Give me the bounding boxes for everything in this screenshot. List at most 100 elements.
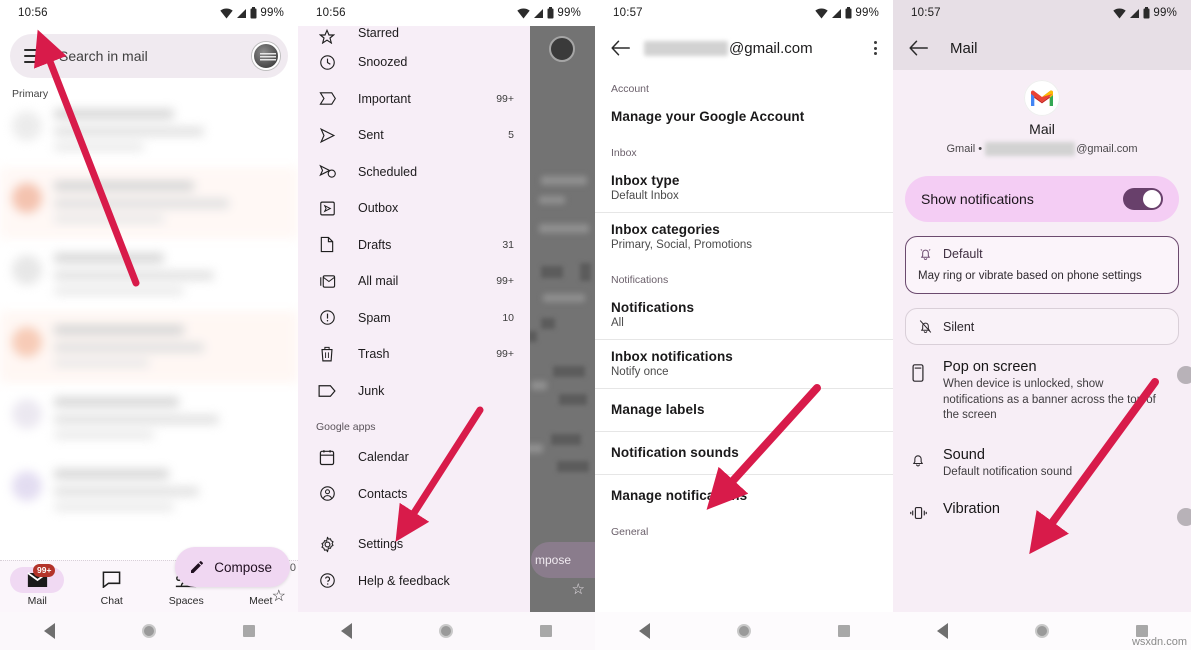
avatar[interactable] — [252, 42, 280, 70]
row-title: Inbox notifications — [611, 349, 733, 364]
recents-nav-icon[interactable] — [242, 625, 255, 637]
choice-silent[interactable]: Silent — [905, 308, 1179, 345]
outbox-icon — [316, 197, 338, 219]
star-outline-icon — [316, 26, 338, 44]
search-bar[interactable]: Search in mail — [10, 34, 288, 78]
back-nav-icon[interactable] — [341, 623, 353, 639]
kebab-menu-icon[interactable] — [870, 37, 881, 59]
back-arrow-icon[interactable] — [611, 40, 630, 56]
choice-description: May ring or vibrate based on phone setti… — [918, 270, 1142, 282]
battery-percent: 99% — [1153, 7, 1177, 19]
drawer-item-important[interactable]: Important 99+ — [298, 81, 530, 118]
list-item[interactable] — [0, 455, 298, 527]
app-name: Mail — [1029, 121, 1055, 137]
drawer-label-scheduled: Scheduled — [358, 164, 418, 179]
peek-compose-label: mpose — [535, 553, 572, 567]
status-time: 10:56 — [18, 7, 48, 19]
panel-android-app-notifications: 10:57 99% Mail Mail Gmail • @gmail.com S… — [893, 0, 1191, 650]
settings-row-inbox-notifications[interactable]: Inbox notifications Notify once — [595, 340, 893, 388]
nav-item-mail[interactable]: 99+ Mail — [0, 563, 75, 607]
drawer-item-all-mail[interactable]: All mail 99+ — [298, 263, 530, 300]
nav-label-spaces: Spaces — [168, 594, 204, 607]
status-time: 10:56 — [316, 7, 346, 19]
option-vibration[interactable]: Vibration — [893, 484, 1191, 527]
peek-compose-button[interactable]: mpose — [531, 542, 595, 578]
signal-icon — [1130, 8, 1140, 18]
settings-row-inbox-type[interactable]: Inbox type Default Inbox — [595, 164, 893, 212]
drawer-label-outbox: Outbox — [358, 201, 399, 216]
battery-icon — [845, 7, 852, 19]
list-item[interactable] — [0, 95, 298, 167]
drawer-item-contacts[interactable]: Contacts — [298, 476, 530, 513]
home-nav-icon[interactable] — [438, 624, 453, 638]
list-item[interactable] — [0, 383, 298, 455]
star-outline-icon[interactable]: ☆ — [272, 586, 286, 606]
android-nav-bar[interactable] — [0, 612, 298, 650]
chat-bubble-icon — [102, 571, 121, 588]
show-notifications-toggle[interactable] — [1123, 188, 1163, 210]
recents-nav-icon[interactable] — [539, 625, 552, 637]
settings-row-manage-account[interactable]: Manage your Google Account — [595, 100, 893, 134]
drawer-item-snoozed[interactable]: Snoozed — [298, 44, 530, 81]
row-subtitle: Primary, Social, Promotions — [611, 239, 753, 251]
row-subtitle: Notify once — [611, 366, 669, 378]
drawer-item-drafts[interactable]: Drafts 31 — [298, 227, 530, 264]
row-title: Manage labels — [611, 402, 705, 417]
drawer-item-spam[interactable]: Spam 10 — [298, 300, 530, 337]
drawer-label-contacts: Contacts — [358, 486, 408, 501]
back-nav-icon[interactable] — [43, 623, 55, 639]
back-nav-icon[interactable] — [638, 623, 650, 639]
android-nav-bar[interactable] — [595, 612, 893, 650]
navigation-drawer[interactable]: Starred Snoozed Important 99+ Sent 5 Sch… — [298, 26, 530, 612]
show-notifications-label: Show notifications — [921, 191, 1034, 207]
signal-icon — [534, 8, 544, 18]
drawer-item-trash[interactable]: Trash 99+ — [298, 336, 530, 373]
clock-icon — [316, 51, 338, 73]
email-list[interactable] — [0, 95, 298, 612]
settings-row-notifications[interactable]: Notifications All — [595, 291, 893, 339]
drawer-item-help[interactable]: Help & feedback — [298, 563, 530, 600]
settings-row-manage-notifications[interactable]: Manage notifications — [595, 475, 893, 517]
app-bar: @gmail.com — [595, 26, 893, 70]
drawer-item-scheduled[interactable]: Scheduled — [298, 154, 530, 191]
compose-button[interactable]: Compose — [175, 547, 290, 587]
hamburger-menu-icon[interactable] — [24, 49, 43, 63]
battery-percent: 99% — [557, 7, 581, 19]
home-nav-icon[interactable] — [1034, 624, 1049, 638]
drawer-item-starred[interactable]: Starred — [298, 26, 530, 44]
back-nav-icon[interactable] — [936, 623, 948, 639]
scheduled-send-icon — [316, 161, 338, 183]
show-notifications-row[interactable]: Show notifications — [905, 176, 1179, 222]
redacted-account-name — [985, 142, 1076, 156]
list-item[interactable] — [0, 311, 298, 383]
drawer-label-calendar: Calendar — [358, 450, 409, 465]
option-sound[interactable]: Sound Default notification sound — [893, 428, 1191, 485]
home-nav-icon[interactable] — [141, 624, 156, 638]
option-title: Pop on screen — [943, 359, 1037, 375]
account-title: @gmail.com — [644, 40, 856, 57]
settings-row-notification-sounds[interactable]: Notification sounds — [595, 432, 893, 474]
android-nav-bar[interactable] — [298, 612, 595, 650]
recents-nav-icon[interactable] — [837, 625, 850, 637]
pencil-icon — [191, 560, 204, 573]
drawer-item-outbox[interactable]: Outbox — [298, 190, 530, 227]
drawer-item-settings[interactable]: Settings — [298, 526, 530, 563]
list-item[interactable] — [0, 167, 298, 239]
nav-item-chat[interactable]: Chat — [75, 567, 150, 607]
option-pop-on-screen[interactable]: Pop on screen When device is unlocked, s… — [893, 345, 1191, 428]
drawer-item-calendar[interactable]: Calendar — [298, 439, 530, 476]
choice-default[interactable]: Default May ring or vibrate based on pho… — [905, 236, 1179, 294]
option-subtitle: When device is unlocked, show notificati… — [943, 378, 1156, 422]
search-input[interactable]: Search in mail — [59, 48, 252, 64]
settings-row-manage-labels[interactable]: Manage labels — [595, 389, 893, 431]
home-nav-icon[interactable] — [736, 624, 751, 638]
list-item[interactable] — [0, 239, 298, 311]
drawer-count-drafts: 31 — [502, 238, 514, 251]
back-arrow-icon[interactable] — [909, 40, 928, 56]
drawer-item-junk[interactable]: Junk — [298, 373, 530, 410]
calendar-icon — [316, 446, 338, 468]
choice-label: Silent — [943, 319, 975, 334]
drawer-item-sent[interactable]: Sent 5 — [298, 117, 530, 154]
status-time: 10:57 — [613, 7, 643, 19]
settings-row-inbox-categories[interactable]: Inbox categories Primary, Social, Promot… — [595, 213, 893, 261]
